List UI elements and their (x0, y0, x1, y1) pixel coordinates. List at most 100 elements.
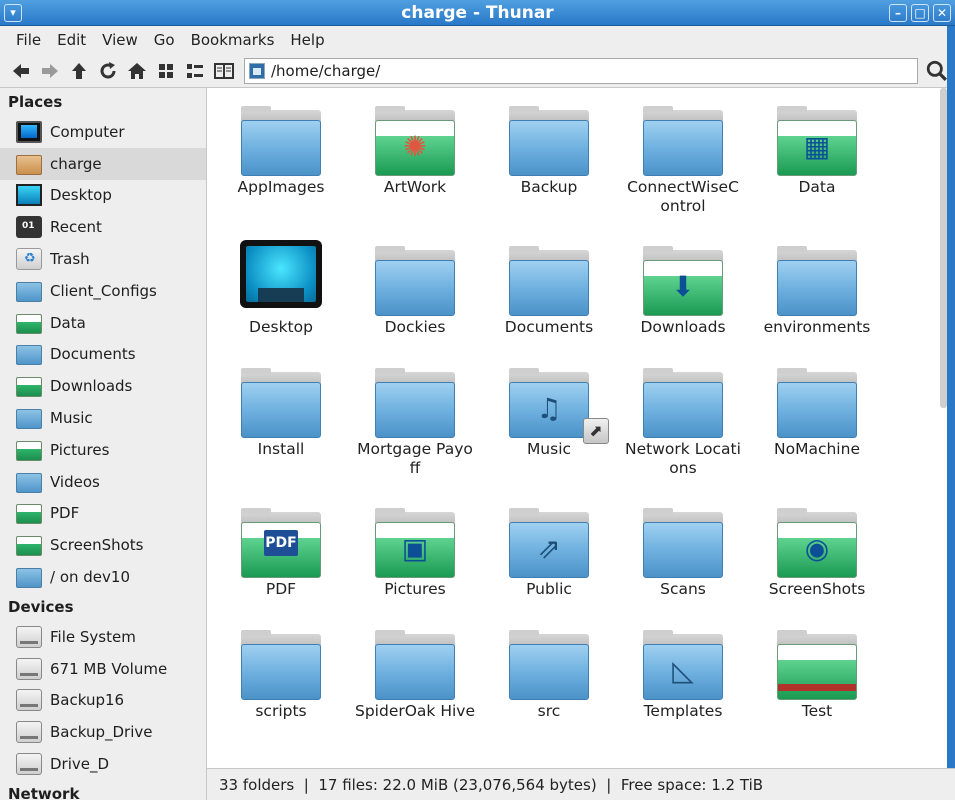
menu-bar: File Edit View Go Bookmarks Help (0, 26, 955, 54)
file-label: Documents (504, 318, 594, 336)
file-label: AppImages (237, 178, 325, 196)
icon-view-button[interactable] (151, 57, 180, 85)
file-item[interactable]: ⬇ Downloads (616, 240, 750, 362)
sidebar-item-client-configs[interactable]: Client_Configs (0, 275, 206, 307)
network-heading: Network (8, 784, 80, 800)
sidebar-item-drive-d[interactable]: Drive_D (0, 748, 206, 780)
home-icon (127, 62, 146, 79)
home-button[interactable] (122, 57, 151, 85)
sidebar-item-file-system[interactable]: File System (0, 621, 206, 653)
file-item[interactable]: Scans (616, 502, 750, 624)
file-item[interactable]: Documents (482, 240, 616, 362)
file-item[interactable]: PDF PDF (214, 502, 348, 624)
maximize-icon[interactable]: □ (911, 4, 929, 22)
file-item[interactable]: scripts (214, 624, 348, 746)
sidebar-item-label: Desktop (50, 186, 112, 205)
file-label: Network Locations (625, 440, 741, 477)
file-item[interactable]: NoMachine (750, 362, 884, 502)
sidebar-item-computer[interactable]: Computer (0, 116, 206, 148)
file-item[interactable]: environments (750, 240, 884, 362)
file-item[interactable]: SpiderOak Hive (348, 624, 482, 746)
sidebar-item-downloads[interactable]: Downloads (0, 370, 206, 402)
sidebar-item-pdf[interactable]: PDF (0, 498, 206, 530)
sidebar-item-documents[interactable]: Documents (0, 339, 206, 371)
sidebar-item-recent[interactable]: Recent (0, 211, 206, 243)
sidebar-item-videos[interactable]: Videos (0, 466, 206, 498)
window-title: charge - Thunar (401, 2, 554, 23)
vertical-scrollbar[interactable] (940, 88, 947, 408)
file-item[interactable]: Network Locations (616, 362, 750, 502)
back-button[interactable] (6, 57, 35, 85)
minimize-icon[interactable]: – (889, 4, 907, 22)
location-bar[interactable]: /home/charge/ (244, 57, 918, 84)
home-folder-icon (16, 154, 42, 175)
file-item[interactable]: Install (214, 362, 348, 502)
file-view[interactable]: AppImages ✺ ArtWork Backup ConnectWiseContro… (207, 88, 945, 768)
sidebar-item-charge[interactable]: charge (0, 147, 206, 180)
file-item[interactable]: ♫ ⬈ Music (482, 362, 616, 502)
file-label: Mortgage Payoff (357, 440, 473, 477)
sidebar-item-music[interactable]: Music (0, 402, 206, 434)
sidebar-item-data[interactable]: Data (0, 307, 206, 339)
network-folder-icon (16, 568, 42, 589)
folder-icon (373, 362, 457, 438)
arrow-left-icon (12, 63, 29, 78)
menu-bookmarks[interactable]: Bookmarks (183, 31, 283, 49)
menu-help[interactable]: Help (282, 31, 332, 49)
status-text: 33 folders | 17 files: 22.0 MiB (23,076,… (219, 776, 764, 794)
reload-button[interactable] (93, 57, 122, 85)
sidebar-item-screenshots[interactable]: ScreenShots (0, 529, 206, 561)
menu-edit[interactable]: Edit (49, 31, 94, 49)
downloads-folder-icon (16, 377, 42, 398)
sidebar-item-label: Videos (50, 472, 100, 491)
file-item[interactable]: Mortgage Payoff (348, 362, 482, 502)
folder-icon (641, 362, 725, 438)
window-menu-icon[interactable]: ▾ (4, 4, 22, 22)
file-item[interactable]: ✺ ArtWork (348, 100, 482, 240)
pdf-folder-icon: PDF (239, 502, 323, 578)
file-item[interactable]: Test (750, 624, 884, 746)
menu-go[interactable]: Go (146, 31, 183, 49)
close-icon[interactable]: ✕ (933, 4, 951, 22)
folder-icon (16, 281, 42, 302)
file-item[interactable]: ConnectWiseControl (616, 100, 750, 240)
up-button[interactable] (64, 57, 93, 85)
file-label: Public (526, 580, 572, 598)
folder-icon (507, 100, 591, 176)
folder-icon (775, 362, 859, 438)
list-view-button[interactable] (180, 57, 209, 85)
file-item[interactable]: AppImages (214, 100, 348, 240)
file-item[interactable]: ◺ Templates (616, 624, 750, 746)
sidebar-item-pictures[interactable]: Pictures (0, 434, 206, 466)
compact-view-button[interactable] (209, 57, 238, 85)
file-grid: AppImages ✺ ArtWork Backup ConnectWiseContro… (214, 100, 884, 746)
sidebar-item-backup16[interactable]: Backup16 (0, 685, 206, 717)
file-item[interactable]: src (482, 624, 616, 746)
file-label: scripts (255, 702, 307, 720)
menu-file[interactable]: File (8, 31, 49, 49)
sidebar-item-on-dev10[interactable]: / on dev10 (0, 561, 206, 593)
file-label: Templates (643, 702, 723, 720)
file-item[interactable]: ◉ ScreenShots (750, 502, 884, 624)
sidebar-item-backup-drive[interactable]: Backup_Drive (0, 716, 206, 748)
file-item[interactable]: ⇗ Public (482, 502, 616, 624)
search-icon (926, 60, 947, 81)
computer-icon (16, 120, 42, 143)
sidebar-item-trash[interactable]: Trash (0, 243, 206, 275)
drive-icon (16, 753, 42, 776)
sidebar-item-desktop[interactable]: Desktop (0, 180, 206, 212)
file-label: ArtWork (383, 178, 447, 196)
menu-view[interactable]: View (94, 31, 146, 49)
folder-icon (507, 240, 591, 316)
file-label: Downloads (640, 318, 726, 336)
folder-icon (373, 624, 457, 700)
file-item[interactable]: Desktop (214, 240, 348, 362)
file-item[interactable]: Dockies (348, 240, 482, 362)
videos-folder-icon (16, 472, 42, 493)
file-item[interactable]: ▦ Data (750, 100, 884, 240)
file-item[interactable]: Backup (482, 100, 616, 240)
file-item[interactable]: ▣ Pictures (348, 502, 482, 624)
forward-button[interactable] (35, 57, 64, 85)
downloads-folder-icon: ⬇ (641, 240, 725, 316)
sidebar-item-671-mb-volume[interactable]: 671 MB Volume (0, 653, 206, 685)
